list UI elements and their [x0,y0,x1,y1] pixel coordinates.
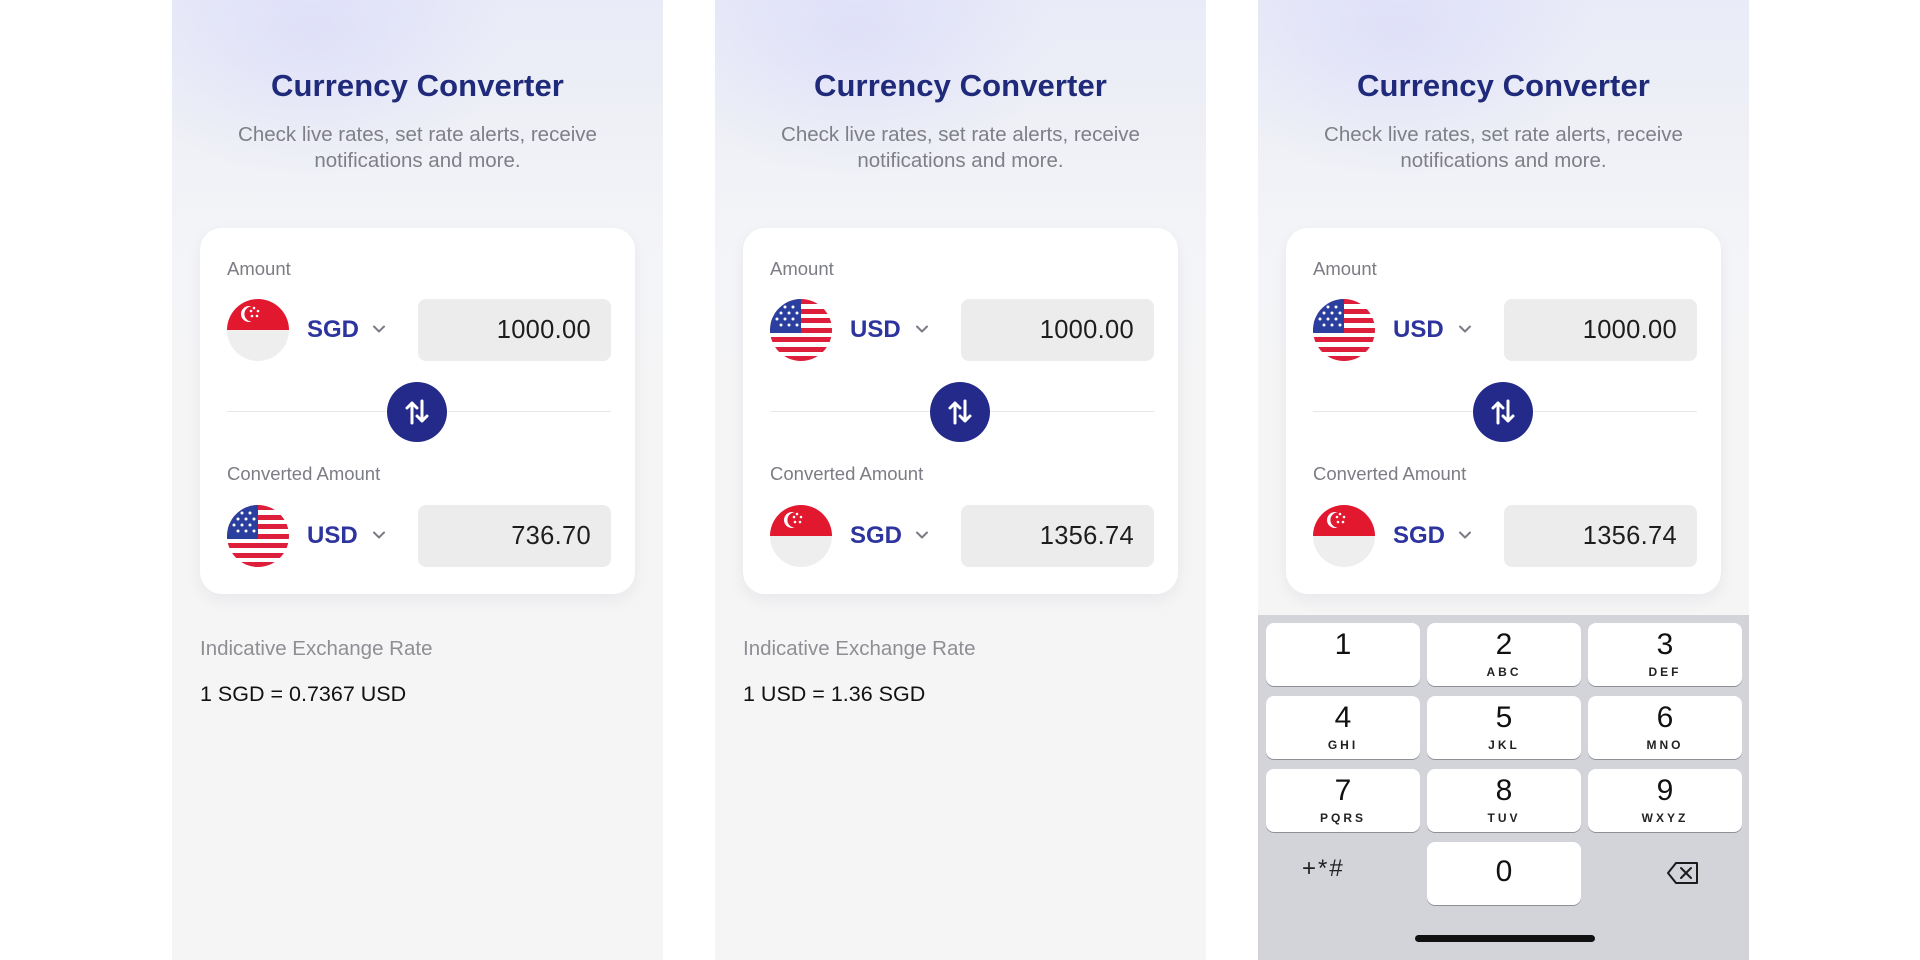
to-currency-select[interactable]: SGD [850,522,902,550]
key-1[interactable]: 1 [1266,623,1420,686]
key-8[interactable]: 8 TUV [1427,769,1581,832]
converter-card: Amount SGD 1000.00 Converted Amount USD … [200,228,635,594]
converted-amount-field[interactable]: 1356.74 [961,505,1154,567]
converted-amount-label: Converted Amount [770,463,924,484]
swap-arrows-icon [1491,399,1515,425]
usa-flag-icon [1313,299,1375,361]
amount-label: Amount [227,258,291,279]
key-4[interactable]: 4 GHI [1266,696,1420,759]
page-title: Currency Converter [271,68,564,103]
page-title: Currency Converter [814,68,1107,103]
amount-input[interactable]: 1000.00 [961,299,1154,361]
singapore-flag-icon [227,299,289,361]
chevron-down-icon[interactable] [914,527,930,548]
usa-flag-icon [770,299,832,361]
phone-screen-3: Currency Converter Check live rates, set… [1258,0,1749,960]
page-subtitle: Check live rates, set rate alerts, recei… [781,123,1140,172]
key-5[interactable]: 5 JKL [1427,696,1581,759]
converted-value: 1356.74 [1582,522,1677,550]
chevron-down-icon[interactable] [914,321,930,342]
symbols-key[interactable]: +*# [1302,855,1345,883]
converter-card: Amount USD 1000.00 Converted Amount SGD … [743,228,1178,594]
from-currency-row: USD 1000.00 [770,299,1154,361]
amount-value: 1000.00 [1582,316,1677,344]
singapore-flag-icon [1313,505,1375,567]
key-0[interactable]: 0 [1427,842,1581,905]
chevron-down-icon[interactable] [1457,321,1473,342]
swap-button[interactable] [1473,382,1533,442]
page-title: Currency Converter [1357,68,1650,103]
numeric-keyboard: 1 2 ABC 3 DEF 4 GHI 5 JKL 6 MNO 7 PQRS 8 TUV 9W… [1258,615,1749,960]
converted-amount-field[interactable]: 1356.74 [1504,505,1697,567]
key-9[interactable]: 9 WXYZ [1588,769,1742,832]
backspace-icon[interactable] [1666,861,1700,890]
page-subtitle: Check live rates, set rate alerts, recei… [1324,123,1683,172]
usa-flag-icon [227,505,289,567]
key-7[interactable]: 7 PQRS [1266,769,1420,832]
phone-screen-2: Currency Converter Check live rates, set… [715,0,1206,960]
swap-arrows-icon [405,399,429,425]
chevron-down-icon[interactable] [371,527,387,548]
to-currency-row: SGD 1356.74 [1313,505,1697,567]
converted-amount-label: Converted Amount [1313,463,1467,484]
converted-value: 1356.74 [1039,522,1134,550]
to-currency-row: SGD 1356.74 [770,505,1154,567]
exchange-rate-label: Indicative Exchange Rate [200,637,433,660]
singapore-flag-icon [770,505,832,567]
to-currency-row: USD 736.70 [227,505,611,567]
swap-button[interactable] [930,382,990,442]
amount-value: 1000.00 [496,316,591,344]
swap-button[interactable] [387,382,447,442]
exchange-rate-label: Indicative Exchange Rate [743,637,976,660]
key-2[interactable]: 2 ABC [1427,623,1581,686]
amount-label: Amount [770,258,834,279]
converted-amount-field[interactable]: 736.70 [418,505,611,567]
chevron-down-icon[interactable] [371,321,387,342]
key-6[interactable]: 6 MNO [1588,696,1742,759]
to-currency-select[interactable]: SGD [1393,522,1445,550]
key-3[interactable]: 3 DEF [1588,623,1742,686]
from-currency-select[interactable]: USD [1393,316,1444,344]
amount-input[interactable]: 1000.00 [1504,299,1697,361]
exchange-rate-value: 1 SGD = 0.7367 USD [200,682,407,706]
converted-value: 736.70 [511,522,591,550]
amount-input[interactable]: 1000.00 [418,299,611,361]
from-currency-select[interactable]: USD [850,316,901,344]
from-currency-row: USD 1000.00 [1313,299,1697,361]
amount-value: 1000.00 [1039,316,1134,344]
from-currency-select[interactable]: SGD [307,316,359,344]
page-subtitle: Check live rates, set rate alerts, recei… [238,123,597,172]
exchange-rate-value: 1 USD = 1.36 SGD [743,682,926,706]
phone-screen-1: Currency Converter Check live rates, set… [172,0,663,960]
converted-amount-label: Converted Amount [227,463,381,484]
to-currency-select[interactable]: USD [307,522,358,550]
converter-card: Amount USD 1000.00 Converted Amount SGD … [1286,228,1721,594]
chevron-down-icon[interactable] [1457,527,1473,548]
amount-label: Amount [1313,258,1377,279]
home-indicator [1415,935,1595,942]
from-currency-row: SGD 1000.00 [227,299,611,361]
swap-arrows-icon [948,399,972,425]
